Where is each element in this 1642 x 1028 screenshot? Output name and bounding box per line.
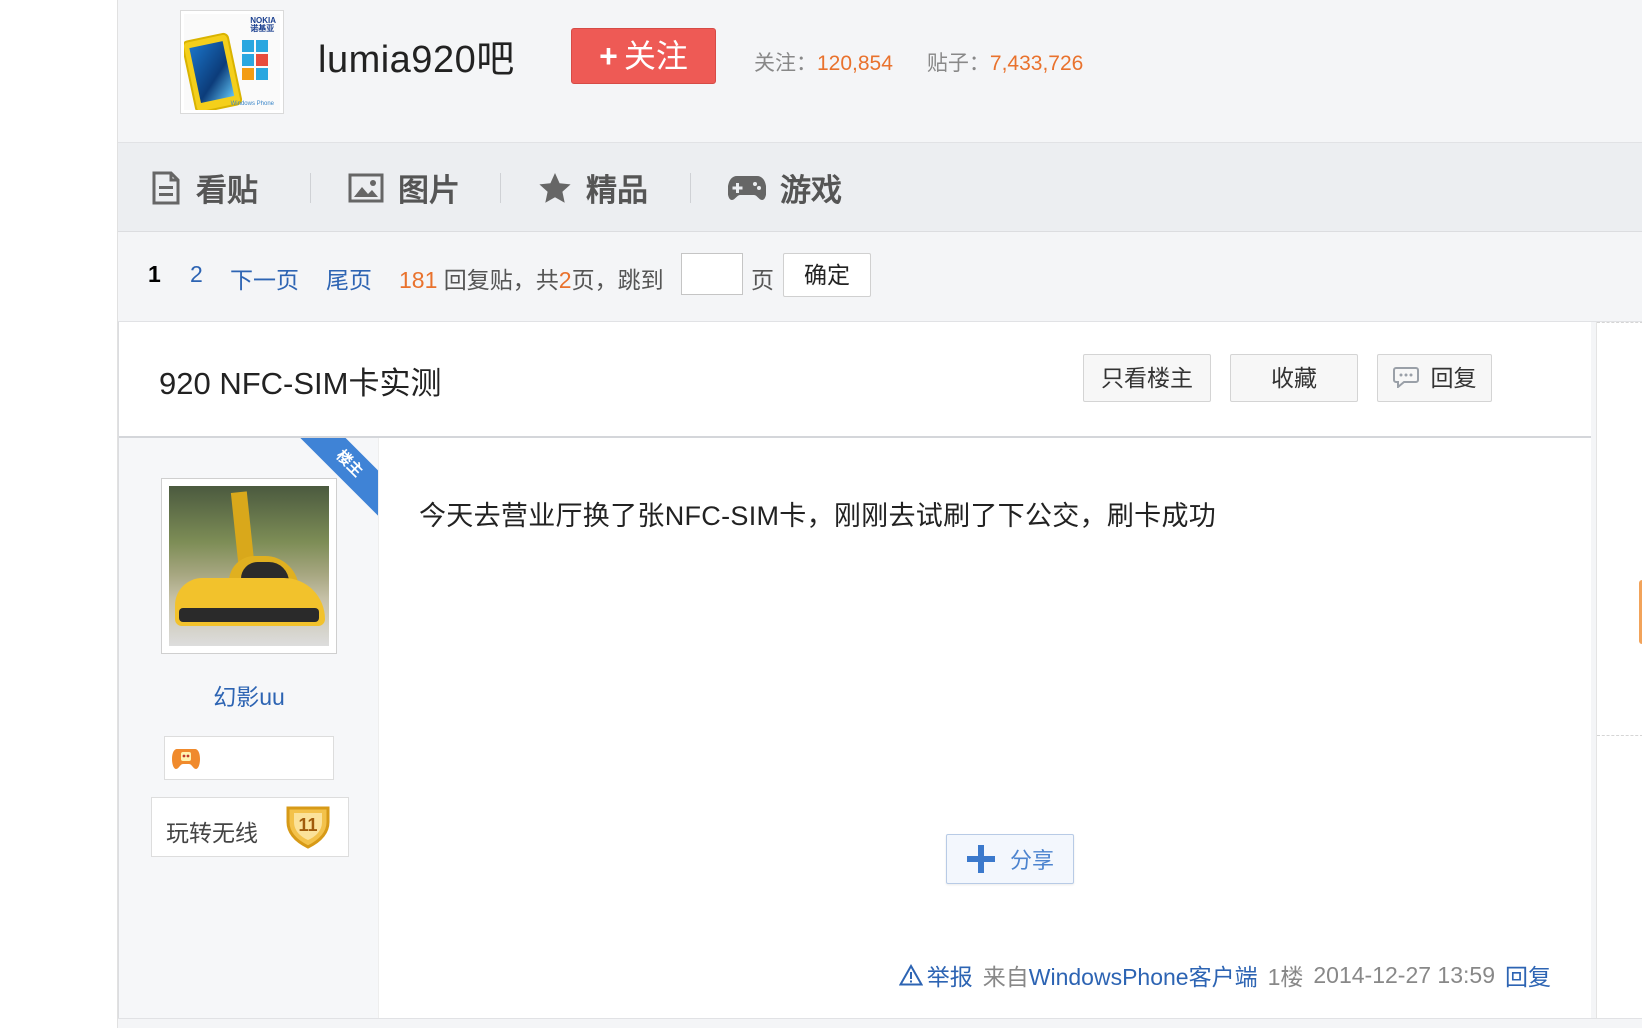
forum-name[interactable]: lumia920吧 [318,28,515,83]
page-unit-label: 页 [751,267,774,293]
warning-icon [898,964,923,986]
report-link[interactable]: 举报 [898,958,973,992]
post-floor-1: 楼主 幻影uu 玩转无线 11 今天去营业厅换了张NFC-SIM卡，刚刚去试刷了… [119,438,1591,1028]
next-page-link[interactable]: 下一页 [230,261,299,295]
forum-header: NOKIA 诺基亚 Windows Phone lumia920吧 + 关注 关注：… [118,0,1642,143]
post-time: 2014-12-27 13:59 [1313,961,1495,988]
tab-games[interactable]: 游戏 [728,143,842,232]
phone-screen [189,41,235,103]
level-name: 玩转无线 [166,820,258,846]
logo-tile [256,40,268,52]
logo-tile [256,68,268,80]
author-panel: 楼主 幻影uu 玩转无线 11 [119,438,379,1028]
thread-title-bar: 920 NFC-SIM卡实测 只看楼主 收藏 回复 [119,322,1591,438]
tab-featured[interactable]: 精品 [538,143,648,232]
user-level[interactable]: 玩转无线 11 [151,797,349,857]
logo-tile [256,54,268,66]
report-label: 举报 [926,964,973,990]
document-icon [150,171,182,205]
follow-count-label: 关注： [754,52,817,75]
post-meta: 举报 来自WindowsPhone客户端 1楼 2014-12-27 13:59… [889,958,1551,992]
level-shield-icon: 11 [284,804,332,855]
last-page-link[interactable]: 尾页 [326,261,372,295]
game-badge-icon [171,745,201,776]
page-current: 1 [148,261,161,287]
reply-count-text: 回复贴，共 [443,267,559,293]
gamepad-icon [728,174,766,202]
plus-share-icon [966,844,996,874]
follow-button[interactable]: + 关注 [571,28,716,84]
nav-divider [690,173,691,203]
logo-tile [242,68,254,80]
left-gutter [0,0,118,1028]
logo-tile [242,40,254,52]
follow-label: 关注 [623,38,688,74]
sidebar-divider [1597,735,1642,736]
tab-pictures-label: 图片 [398,173,460,208]
total-pages: 2 [558,267,572,293]
share-label: 分享 [1009,848,1054,873]
share-button[interactable]: 分享 [946,834,1074,884]
tab-featured-label: 精品 [586,173,648,208]
reply-button-label: 回复 [1430,365,1477,391]
follow-count: 120,854 [817,52,893,75]
jump-to-label: 页，跳到 [571,267,664,293]
source-label: 来自WindowsPhone客户端 [983,958,1258,992]
sidebar-divider [1597,322,1642,323]
avatar[interactable] [161,478,337,654]
forum-logo-image: NOKIA 诺基亚 Windows Phone [184,14,280,110]
forum-stats: 关注：120,854 贴子：7,433,726 [754,47,1083,77]
avatar-image [169,486,329,646]
favorite-button[interactable]: 收藏 [1230,354,1358,402]
forum-page: NOKIA 诺基亚 Windows Phone lumia920吧 + 关注 关注：… [118,0,1642,1028]
post-body-text: 今天去营业厅换了张NFC-SIM卡，刚刚去试刷了下公交，刷卡成功 [419,501,1217,531]
thread-container: 920 NFC-SIM卡实测 只看楼主 收藏 回复 楼主 幻影uu 玩转无线 1… [118,322,1591,1028]
nav-divider [500,173,501,203]
level-number: 11 [298,815,317,835]
picture-icon [348,173,384,203]
pagination: 1 2 下一页 尾页 181 回复贴，共2页，跳到 页 确定 [118,232,1642,322]
tab-pictures[interactable]: 图片 [348,143,460,232]
confirm-jump-button[interactable]: 确定 [783,253,871,297]
post-content: 今天去营业厅换了张NFC-SIM卡，刚刚去试刷了下公交，刷卡成功 分享 举报 来… [379,438,1591,1028]
plus-icon: + [599,38,618,74]
only-op-button[interactable]: 只看楼主 [1083,354,1211,402]
user-badge[interactable] [164,736,334,780]
floor-number: 1楼 [1267,964,1304,990]
reply-button[interactable]: 回复 [1377,354,1492,402]
car-grille [179,608,319,622]
nav-divider [310,173,311,203]
reply-summary: 181 回复贴，共2页，跳到 [399,261,664,295]
speech-bubble-icon [1392,357,1419,403]
right-sidebar [1596,322,1642,1028]
post-count: 7,433,726 [989,52,1084,75]
post-count-label: 贴子： [926,52,990,75]
logo-tile [242,54,254,66]
page-jump-input[interactable] [681,253,743,295]
username-link[interactable]: 幻影uu [119,678,378,712]
client-link[interactable]: WindowsPhone客户端 [1029,964,1258,990]
tab-games-label: 游戏 [780,173,842,208]
tab-posts-label: 看贴 [196,173,258,208]
tab-posts[interactable]: 看贴 [150,143,258,232]
thread-title: 920 NFC-SIM卡实测 [159,366,442,401]
logo-brand: NOKIA 诺基亚 [250,16,276,33]
forum-logo[interactable]: NOKIA 诺基亚 Windows Phone [180,10,284,114]
from-label: 来自 [982,964,1029,990]
star-icon [538,172,572,204]
page-bottom [118,1018,1642,1028]
page-2-link[interactable]: 2 [190,261,203,288]
logo-footer: Windows Phone [230,101,274,107]
forum-nav: 看贴 图片 精品 游戏 [118,143,1642,232]
phone-image [184,31,244,110]
reply-count: 181 [399,267,438,293]
floor-reply-link[interactable]: 回复 [1505,958,1551,992]
